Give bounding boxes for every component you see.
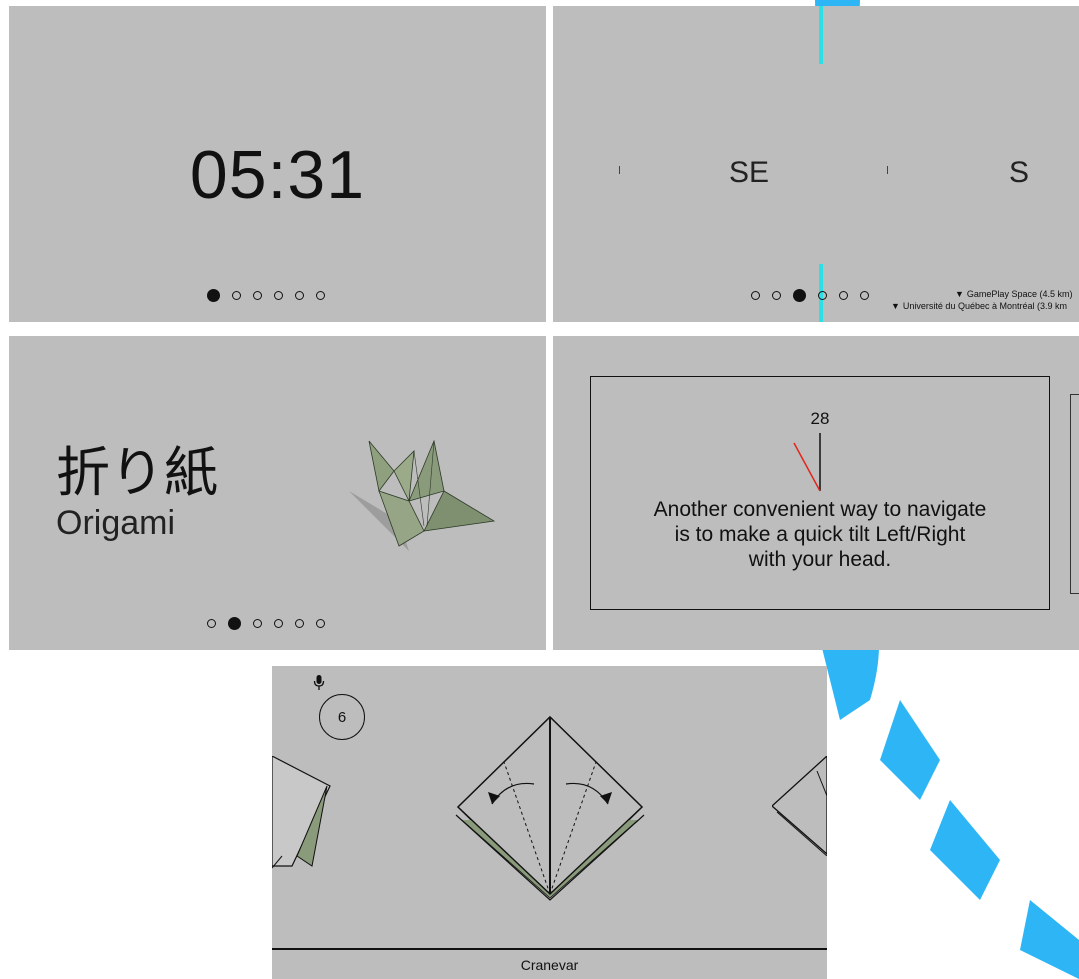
heading-marker-top <box>819 6 823 64</box>
page-dot[interactable] <box>295 619 304 628</box>
page-indicator <box>207 289 325 302</box>
next-step-diagram[interactable] <box>772 756 827 856</box>
compass-tick <box>887 166 888 174</box>
title-english: Origami <box>56 504 176 542</box>
page-dot[interactable] <box>751 291 760 300</box>
tutorial-card: 28 Another convenient way to navigate is… <box>590 376 1050 610</box>
page-dot[interactable] <box>316 619 325 628</box>
page-dot[interactable] <box>839 291 848 300</box>
tilt-angle-readout: 28 <box>810 409 830 428</box>
footer-divider <box>272 948 827 950</box>
tutorial-line: is to make a quick tilt Left/Right <box>674 523 966 546</box>
page-dot[interactable] <box>818 291 827 300</box>
tutorial-line: Another convenient way to navigate <box>653 498 987 521</box>
prev-step-diagram[interactable] <box>272 756 334 886</box>
page-dot[interactable] <box>274 291 283 300</box>
poi-label: GamePlay Space (4.5 km) <box>966 289 1073 299</box>
page-dot[interactable] <box>207 619 216 628</box>
title-japanese: 折り紙 <box>56 441 218 504</box>
tutorial-text: Another convenient way to navigate is to… <box>591 497 1049 572</box>
compass-tick <box>619 166 620 174</box>
page-dot[interactable] <box>772 291 781 300</box>
compass-heading-s: S <box>1009 156 1030 189</box>
page-dot[interactable] <box>274 619 283 628</box>
page-dot[interactable] <box>232 291 241 300</box>
footer-label: Cranevar <box>520 957 579 973</box>
clock-panel: 05:31 <box>9 6 546 322</box>
next-card-edge <box>1070 394 1079 594</box>
page-dot[interactable] <box>253 291 262 300</box>
compass-heading-se: SE <box>729 156 770 189</box>
origami-panel: 折り紙 Origami <box>9 336 546 650</box>
page-indicator <box>751 289 869 302</box>
page-dot-active[interactable] <box>207 289 220 302</box>
page-dot-active[interactable] <box>228 617 241 630</box>
poi-uqam[interactable]: ▼ Université du Québec à Montréal (3.9 km <box>891 301 1067 311</box>
location-pin-icon: ▼ <box>891 301 900 311</box>
tutorial-line: with your head. <box>748 548 892 571</box>
clock-time: 05:31 <box>189 137 366 213</box>
step-number-badge: 6 <box>319 694 365 740</box>
page-dot[interactable] <box>316 291 325 300</box>
page-dot[interactable] <box>295 291 304 300</box>
page-dot-active[interactable] <box>793 289 806 302</box>
location-pin-icon: ▼ <box>955 289 964 299</box>
page-dot[interactable] <box>860 291 869 300</box>
page-dot[interactable] <box>253 619 262 628</box>
compass-panel: SE S ▼ GamePlay Space (4.5 km) ▼ Universit… <box>553 6 1079 322</box>
tilt-indicator-icon <box>793 433 821 492</box>
microphone-icon[interactable] <box>313 675 325 691</box>
page-indicator <box>207 617 325 630</box>
origami-crane-image <box>349 439 496 551</box>
current-step-diagram <box>455 716 645 901</box>
poi-label: Université du Québec à Montréal (3.9 km <box>902 301 1067 311</box>
poi-gameplay-space[interactable]: ▼ GamePlay Space (4.5 km) <box>955 289 1072 299</box>
